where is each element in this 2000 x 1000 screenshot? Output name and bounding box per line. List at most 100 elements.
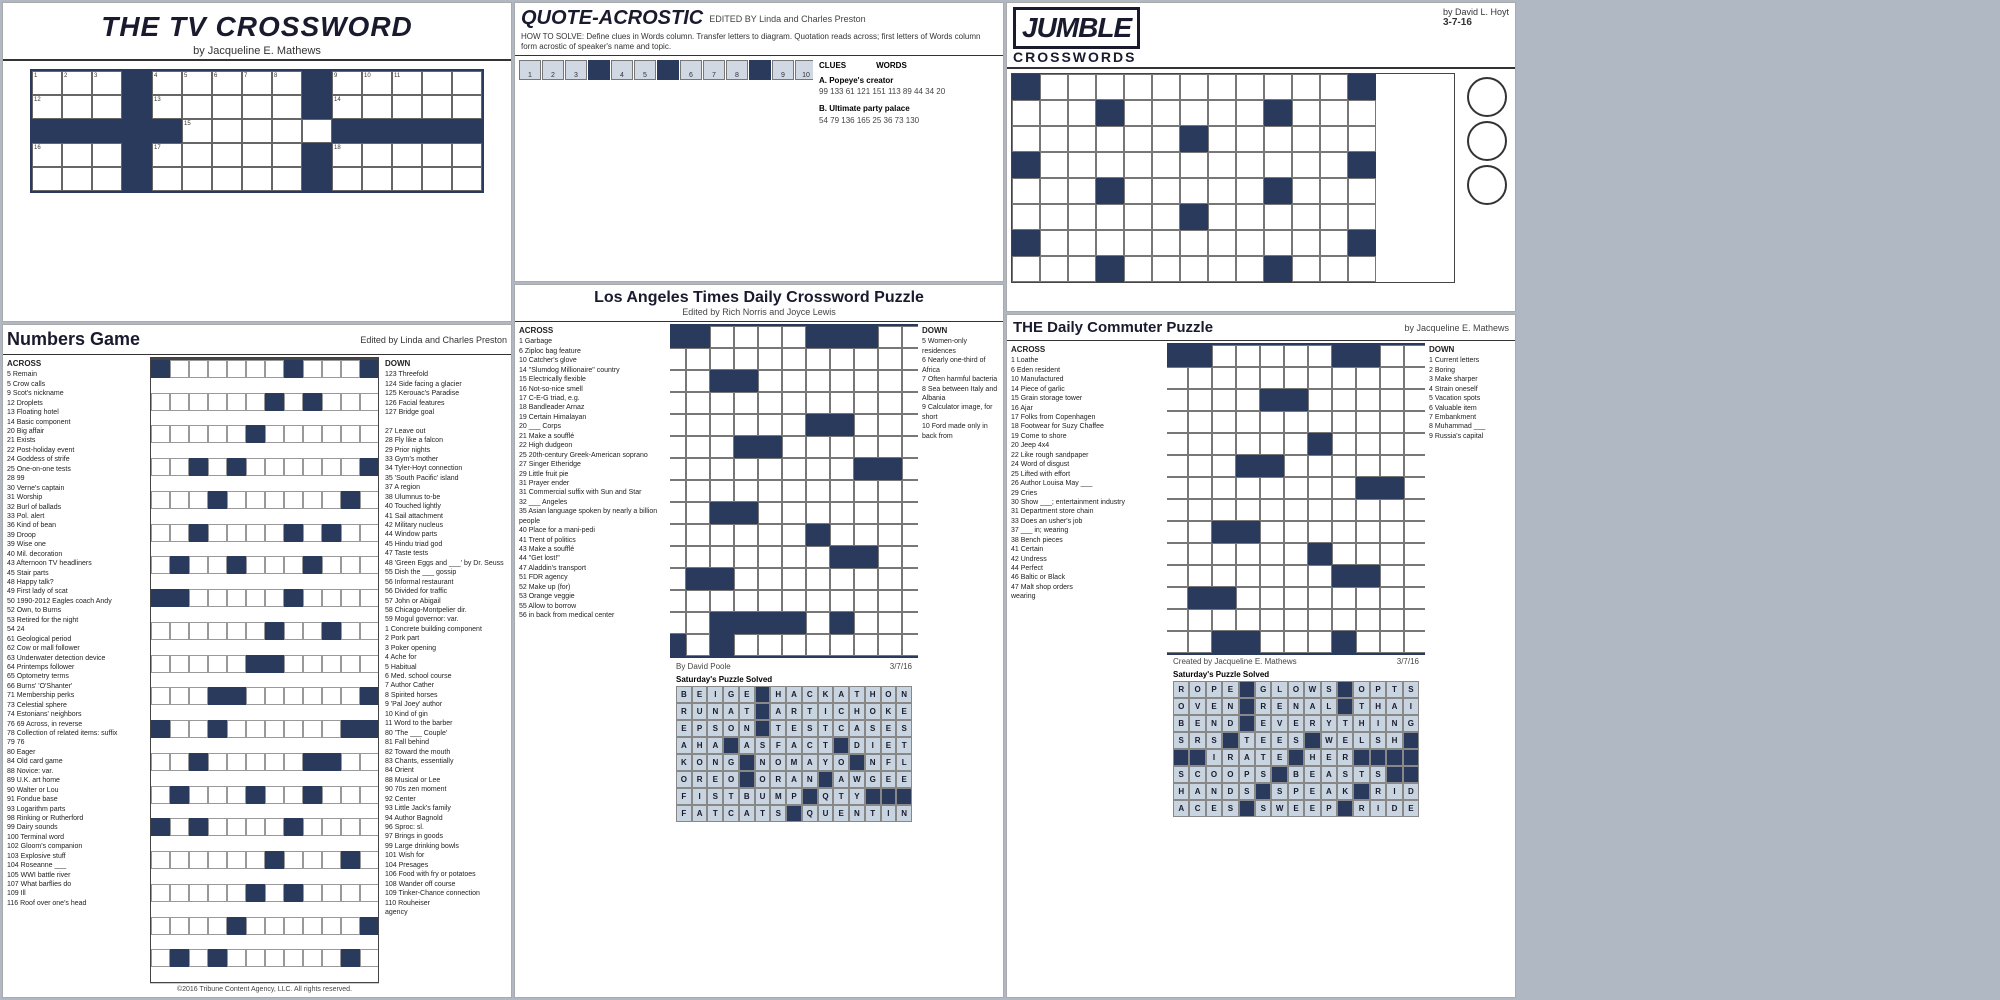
- numbers-game-content: ACROSS 5 Remain 5 Crow calls 9 Scot's ni…: [3, 355, 511, 997]
- la-clues-left: ACROSS 1 Garbage 6 Ziploc bag feature 10…: [515, 322, 670, 997]
- num-cell-r0c11: [360, 360, 379, 378]
- solved-cell-r4c7: M: [786, 754, 802, 771]
- solved-cell-r0c0: R: [1173, 681, 1189, 698]
- tv-cell-r1c11: 9: [332, 71, 362, 95]
- j-cell-r0c4: [1124, 74, 1152, 100]
- clue-65: 65 Optometry terms: [7, 672, 144, 681]
- grid-cell-r14c8: [806, 634, 830, 656]
- dc-clue-30: 30 Show ___; entertainment industry: [1011, 498, 1163, 507]
- la-clue-44: 44 "Get lost!": [519, 554, 666, 563]
- grid-cell-r2c8: [806, 370, 830, 392]
- qa-clue-b-nums: 54 79 136 165 25 36 73 130: [819, 115, 997, 126]
- j-cell-r3c1: [1040, 152, 1068, 178]
- solved-cell-r2c5: [755, 720, 771, 737]
- qa-cell: 7: [703, 60, 725, 80]
- grid-cell-r12c5: [734, 590, 758, 612]
- solved-cell-r2c14: S: [896, 720, 912, 737]
- solved-cell-r4c3: G: [723, 754, 739, 771]
- j-cell-r4c8: [1236, 178, 1264, 204]
- la-clue-20: 20 ___ Corps: [519, 422, 666, 431]
- dc-cell-r5c6: [1284, 455, 1308, 477]
- solved-row-3: AHAASFACTDIET: [676, 737, 912, 754]
- solved-cell-r7c1: A: [692, 805, 708, 822]
- grid-cell-r2c12: [902, 370, 918, 392]
- dc-cell-r8c6: [1284, 521, 1308, 543]
- solved-cell-r6c12: [865, 788, 881, 805]
- solved-cell-r2c4: [1239, 715, 1255, 732]
- num-cell-r1c8: [303, 393, 322, 411]
- clue-d41: 41 Sail attachment: [385, 512, 507, 521]
- dc-cell-r9c4: [1236, 543, 1260, 565]
- grid-cell-r12c12: [902, 590, 918, 612]
- dc-cell-r13c3: [1212, 631, 1236, 653]
- grid-cell-r2c9: [830, 370, 854, 392]
- num-cell-r16c1: [170, 884, 189, 902]
- qa-instructions: HOW TO SOLVE: Define clues in Words colu…: [521, 32, 997, 53]
- num-cell-r3c11: [360, 458, 379, 476]
- grid-cell-r5c9: [830, 436, 854, 458]
- j-cell-r6c4: [1124, 230, 1152, 256]
- grid-cell-r8c2: [670, 502, 686, 524]
- num-cell-r13c11: [360, 786, 379, 804]
- tv-cell-r1c12: 10: [362, 71, 392, 95]
- dc-d8: 8 Muhammad ___: [1429, 422, 1511, 431]
- grid-cell-r10c3: [686, 546, 710, 568]
- dc-d7: 7 Embankment: [1429, 413, 1511, 422]
- dc-cell-r7c8: [1332, 499, 1356, 521]
- clue-d96: 96 Sproc: sl.: [385, 823, 507, 832]
- num-cell-r8c3: [208, 622, 227, 640]
- tv-cell-r1c14: [422, 71, 452, 95]
- solved-cell-r4c0: K: [676, 754, 692, 771]
- num-cell-r7c10: [341, 589, 360, 607]
- clue-80: 80 Eager: [7, 748, 144, 757]
- solved-row-6: HANDSSPEAKRID: [1173, 783, 1419, 800]
- jumble-crosswords: CROSSWORDS: [1013, 49, 1140, 65]
- num-cell-r1c2: [189, 393, 208, 411]
- solved-cell-r6c2: S: [707, 788, 723, 805]
- num-cell-r3c8: [303, 458, 322, 476]
- num-cell-r6c10: [341, 556, 360, 574]
- grid-cell-r8c12: [902, 502, 918, 524]
- dc-cell-r11c6: [1284, 587, 1308, 609]
- grid-cell-r7c9: [830, 480, 854, 502]
- grid-cell-r13c6: [758, 612, 782, 634]
- solved-cell-r0c7: A: [786, 686, 802, 703]
- num-cell-r14c6: [265, 818, 284, 836]
- grid-cell-r9c7: [782, 524, 806, 546]
- solved-cell-r5c4: P: [1239, 766, 1255, 783]
- grid-cell-r6c7: [782, 458, 806, 480]
- column-left: THE TV CROSSWORD by Jacqueline E. Mathew…: [2, 2, 512, 998]
- num-cell-r7c3: [208, 589, 227, 607]
- solved-cell-r5c7: B: [1288, 766, 1304, 783]
- solved-cell-r6c10: T: [833, 788, 849, 805]
- clue-13: 13 Floating hotel: [7, 408, 144, 417]
- solved-cell-r6c6: S: [1271, 783, 1287, 800]
- j-cell-r6c5: [1152, 230, 1180, 256]
- solved-cell-r2c0: E: [676, 720, 692, 737]
- solved-cell-r7c2: T: [707, 805, 723, 822]
- solved-cell-r4c12: [1370, 749, 1386, 766]
- num-cell-r11c9: [322, 720, 341, 738]
- tv-cell-r2c10-blk: [302, 95, 332, 119]
- solved-cell-r5c5: S: [1255, 766, 1271, 783]
- solved-row-2: EPSONTESTCASES: [676, 720, 912, 737]
- dc-clue-31: 31 Department store chain: [1011, 507, 1163, 516]
- tv-cell-r5c13: [392, 167, 422, 191]
- dc-cell-r11c11: [1404, 587, 1425, 609]
- num-cell-r8c0: [151, 622, 170, 640]
- tv-cell-r5c8: [242, 167, 272, 191]
- daily-solved-section: Saturday's Puzzle Solved ROPEGLOWSOPTSOV…: [1169, 670, 1423, 817]
- grid-cell-r5c11: [878, 436, 902, 458]
- solved-cell-r3c3: [723, 737, 739, 754]
- daily-solved-label: Saturday's Puzzle Solved: [1173, 670, 1419, 679]
- grid-cell-r6c2: [670, 458, 686, 480]
- num-cell-r11c3: [208, 720, 227, 738]
- num-cell-r9c2: [189, 655, 208, 673]
- la-clue-51: 51 FDR agency: [519, 573, 666, 582]
- solved-row-5: OREOORANAWGEE: [676, 771, 912, 788]
- grid-cell-r5c8: [806, 436, 830, 458]
- solved-cell-r1c6: A: [770, 703, 786, 720]
- j-cell-r4c2: [1068, 178, 1096, 204]
- grid-cell-r7c8: [806, 480, 830, 502]
- qa-edited: EDITED BY Linda and Charles Preston: [709, 14, 865, 24]
